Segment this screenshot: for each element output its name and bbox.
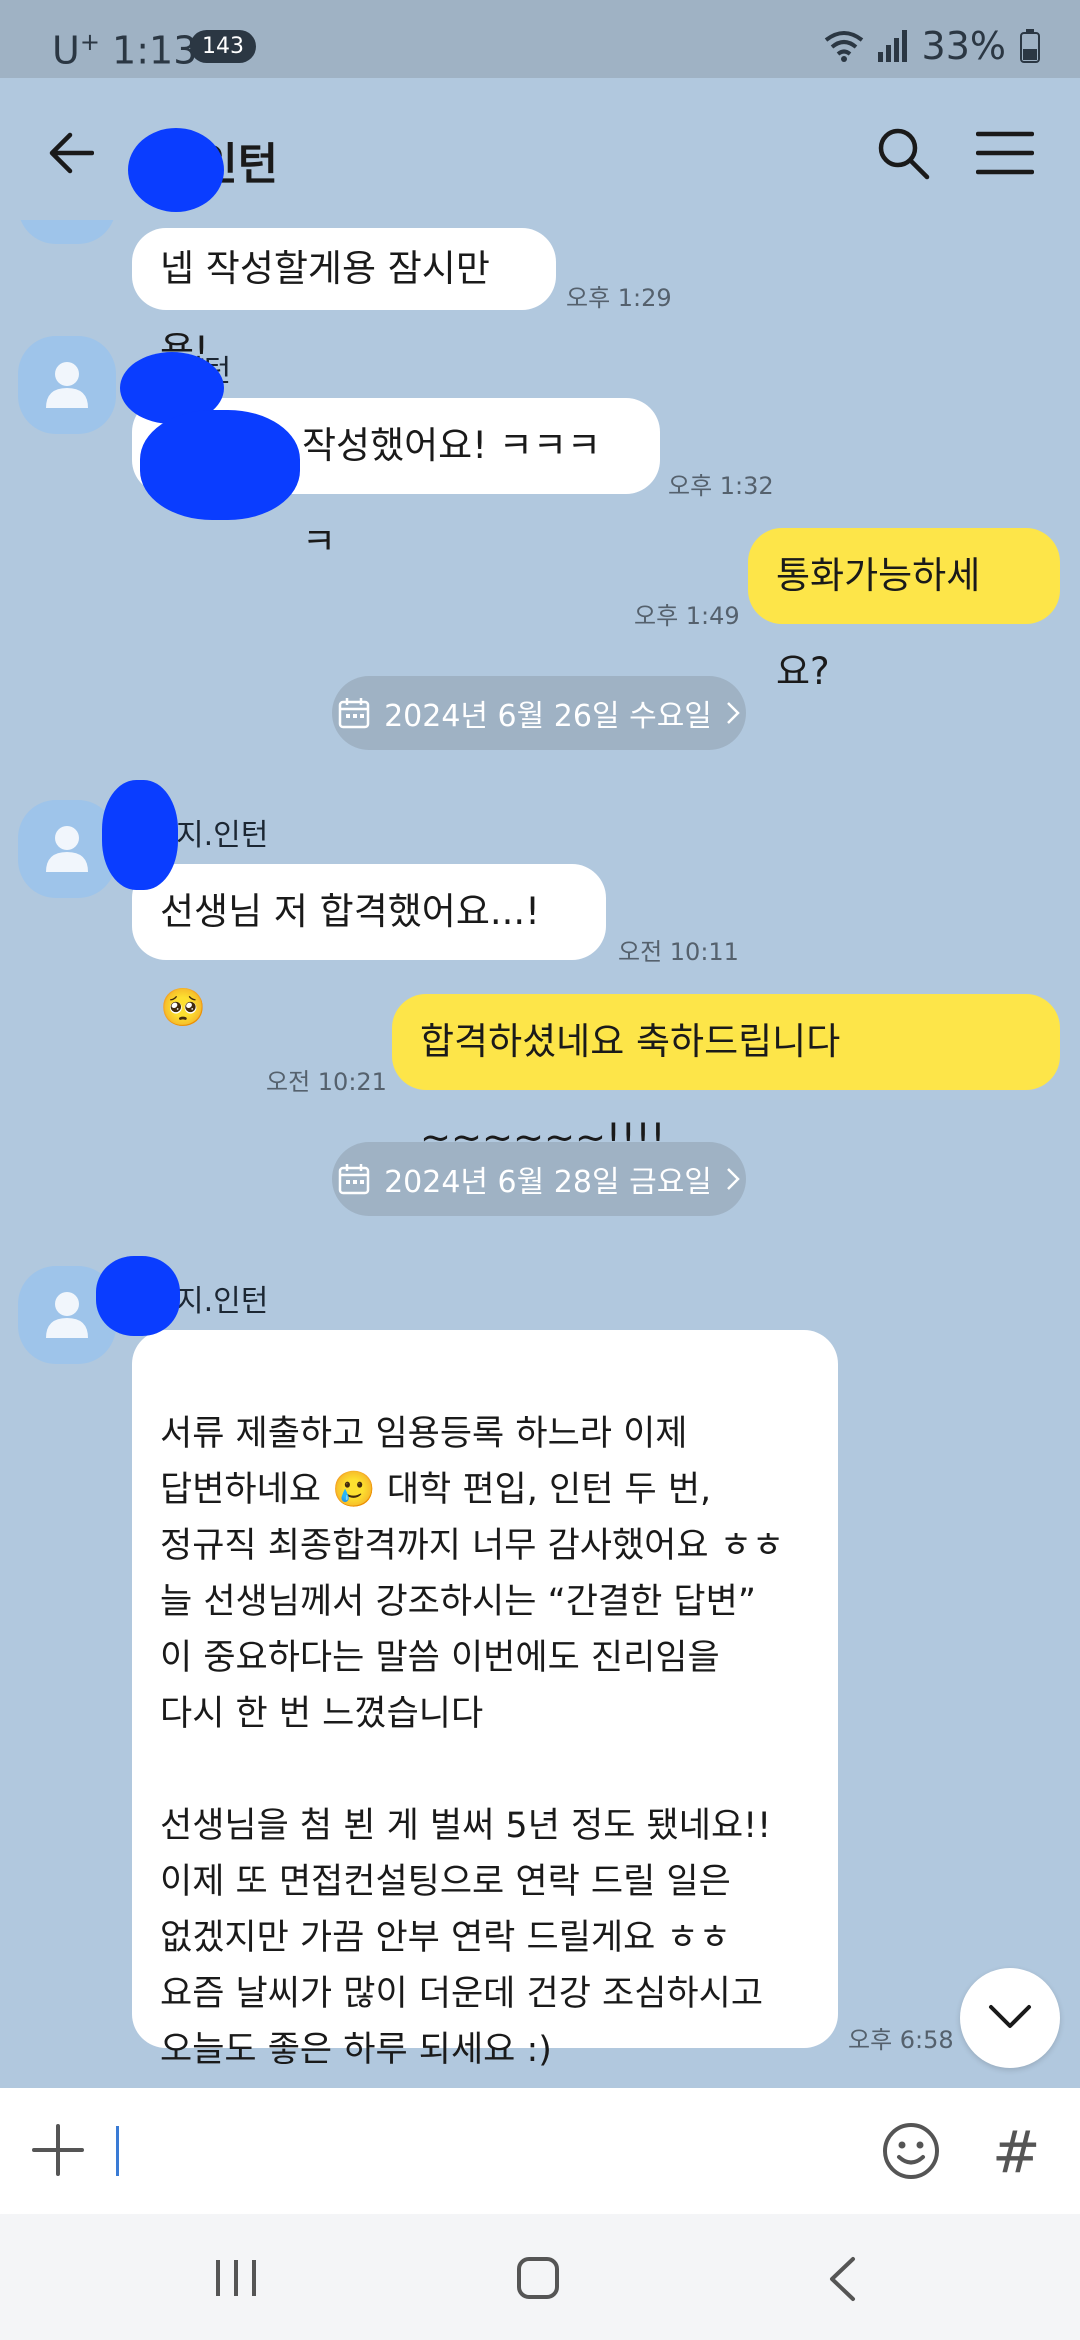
message-text: 작성했어요! ㅋㅋㅋㅋ [302,424,601,563]
my-message-bubble[interactable]: 통화가능하세요? [748,528,1060,693]
message-time: 오후 1:29 [566,284,672,312]
message-time: 오후 1:32 [668,472,774,500]
carrier-and-time: U+ 1:13 [52,28,197,73]
message-time: 오전 10:11 [618,938,739,966]
date-separator[interactable]: 2024년 6월 26일 수요일 [332,676,746,750]
message-text: 서류 제출하고 임용등록 하느라 이제 답변하네요 🥲 대학 편입, 인턴 두 … [160,1414,785,2070]
message-text: 통화가능하세요? [776,554,981,693]
message-time: 오전 10:21 [266,1068,387,1096]
carrier-sup: + [79,28,100,56]
chevron-right-icon [727,1168,740,1190]
redaction-mark [96,1256,180,1336]
hamburger-menu-icon[interactable] [976,130,1034,176]
hashtag-button[interactable]: # [992,2118,1041,2186]
person-icon [46,826,88,872]
calendar-icon [338,1164,370,1195]
notification-count-badge: 143 [190,30,256,63]
plus-icon[interactable] [32,2124,84,2176]
redaction-mark [140,410,300,520]
date-text: 2024년 6월 28일 금요일 [384,1165,712,1200]
message-input[interactable] [116,2126,119,2176]
redaction-mark [102,780,178,890]
carrier-label: U [52,28,80,73]
battery-icon [1020,29,1040,63]
chevron-right-icon [727,702,740,724]
my-message-bubble[interactable]: 합격하셨네요 축하드립니다 ~~~~~~!!!! [392,994,1060,1159]
search-icon[interactable] [876,126,930,180]
clock: 1:13 [112,28,198,73]
sender-name: 지.인턴 [176,818,269,853]
message-time: 오후 1:49 [634,602,740,630]
person-icon [46,362,88,408]
wifi-icon [824,31,863,62]
message-bubble[interactable]: 서류 제출하고 임용등록 하느라 이제 답변하네요 🥲 대학 편입, 인턴 두 … [132,1330,838,2070]
message-text: 합격하셨네요 축하드립니다 ~~~~~~!!!! [420,1020,841,1159]
message-time: 오후 6:58 [848,2026,954,2054]
date-separator[interactable]: 2024년 6월 28일 금요일 [332,1142,746,1216]
status-bar: U+ 1:13 143 33% [0,0,1080,78]
message-bubble[interactable]: 넵 작성할게용 잠시만용! [132,228,556,372]
person-icon [46,1292,88,1338]
signal-icon [877,30,907,62]
chevron-down-icon [989,2005,1031,2028]
avatar[interactable] [18,336,116,434]
system-nav-bar [0,2214,1080,2340]
arrow-left-icon[interactable] [48,130,94,176]
message-input-bar: # [0,2088,1080,2214]
calendar-icon [338,698,370,729]
recent-apps-icon[interactable] [214,2258,258,2298]
scroll-to-bottom-button[interactable] [960,1968,1060,2068]
status-icons: 33% [824,24,1040,68]
message-bubble[interactable]: 선생님 저 합격했어요...! 🥺 [132,864,606,1029]
nav-back-icon[interactable] [828,2256,856,2302]
emoji-icon[interactable] [882,2122,940,2180]
avatar[interactable] [18,800,116,898]
sender-name: 지.인턴 [176,1284,269,1319]
date-text: 2024년 6월 26일 수요일 [384,699,712,734]
home-icon[interactable] [516,2256,560,2300]
battery-percent: 33% [921,24,1006,68]
redaction-mark [128,128,224,212]
